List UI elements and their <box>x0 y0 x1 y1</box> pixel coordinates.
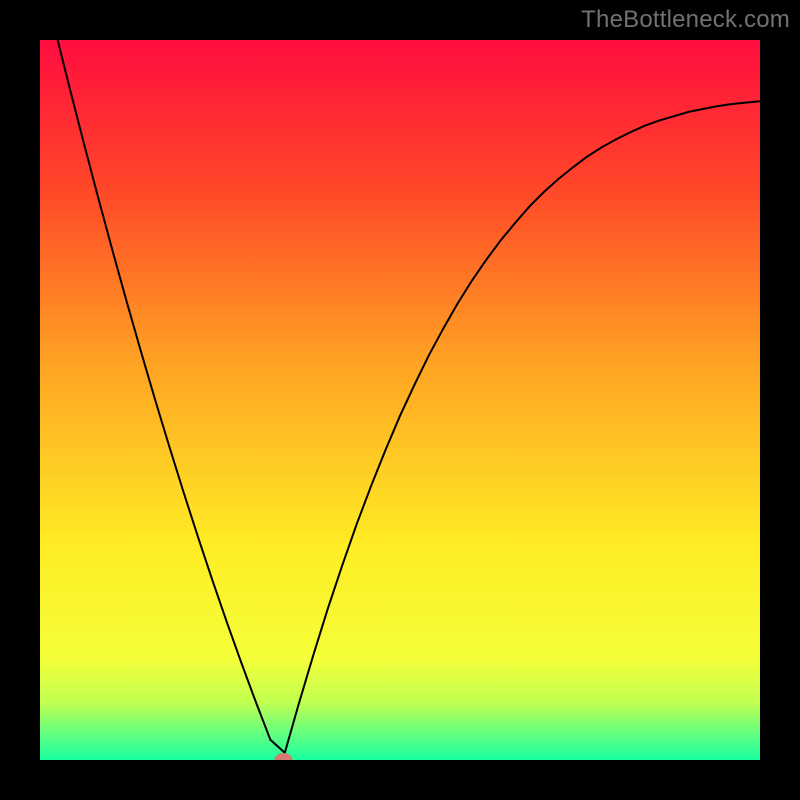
chart-plot-area <box>40 40 760 760</box>
gradient-background <box>40 40 760 760</box>
watermark-text: TheBottleneck.com <box>581 6 790 34</box>
chart-container: TheBottleneck.com <box>0 0 800 800</box>
